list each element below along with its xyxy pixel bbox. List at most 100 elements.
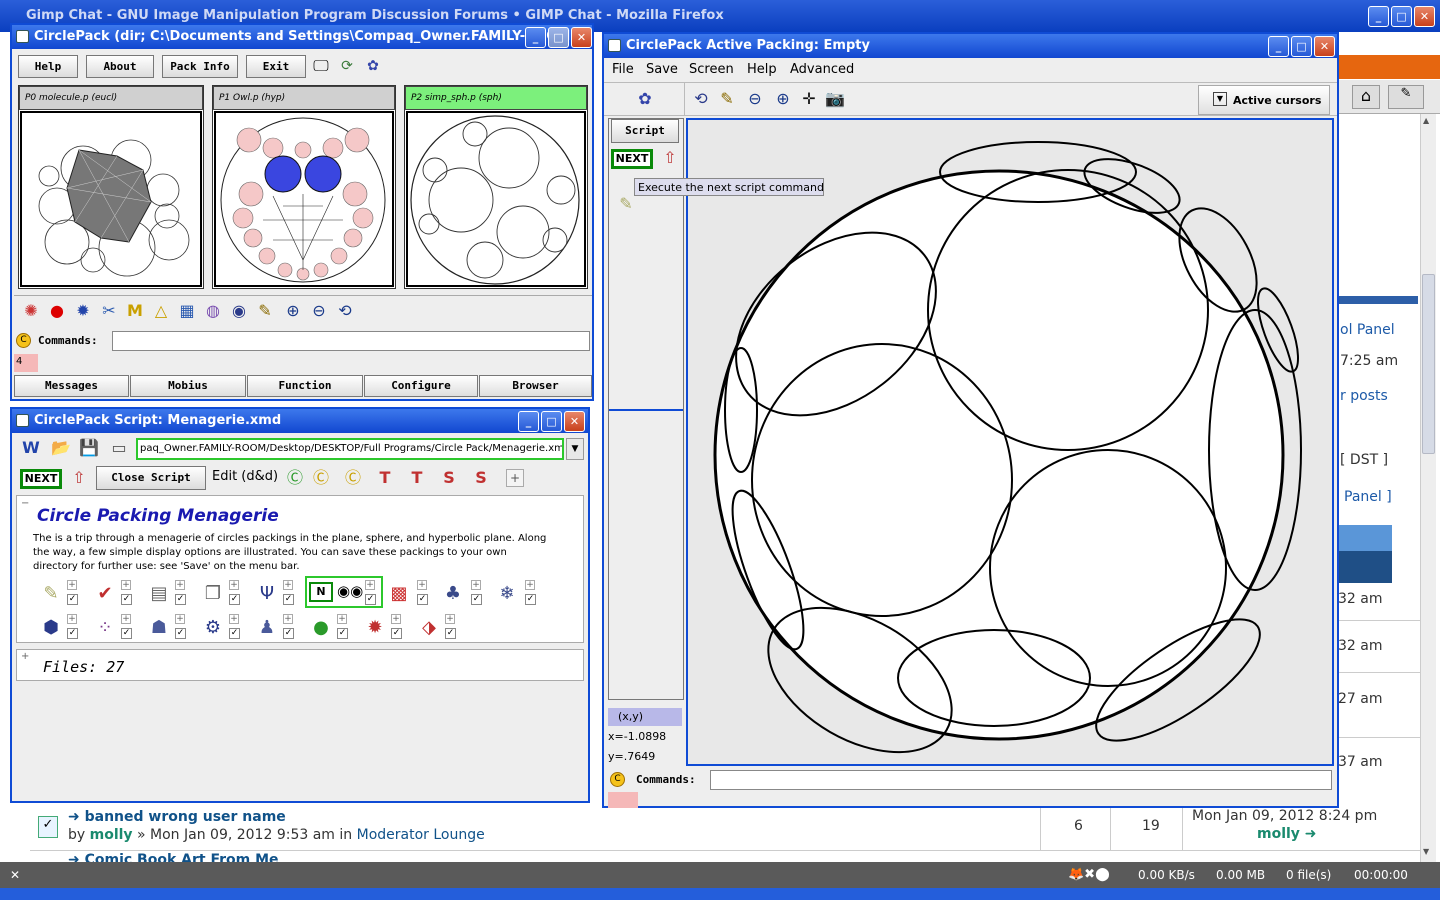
last-post-author[interactable]: molly ➜ [1257,826,1317,842]
edit-c-icon[interactable]: Ⓒ [284,467,306,489]
minimize-button[interactable]: _ [1268,36,1289,57]
plus-icon[interactable]: + [67,614,77,624]
checkbox[interactable]: ✓ [67,628,78,639]
paint-icon[interactable]: ✎ [716,88,738,110]
rotate-icon[interactable]: ⟲ [690,88,712,110]
zoom-out-icon[interactable]: ⊖ [308,300,330,322]
script-item-dots-icon[interactable]: ⁘ [93,616,117,640]
author-link[interactable]: molly [90,827,133,843]
plus-icon[interactable]: + [337,614,347,624]
maximize-button[interactable]: □ [1391,6,1412,27]
gear-icon[interactable]: ✹ [72,300,94,322]
script-button[interactable]: Script [611,119,679,143]
exit-button[interactable]: Exit [246,55,306,78]
edit-t-icon[interactable]: T [374,467,396,489]
topic-title-link-2[interactable]: ➜ Comic Book Art From Me [68,852,279,862]
plus-icon[interactable]: + [121,580,131,590]
script-item-document-icon[interactable]: ▤ [147,582,171,606]
pan-icon[interactable]: ✛ [798,88,820,110]
expand-icon[interactable]: + [21,651,29,662]
close-statusbar-icon[interactable]: ✕ [10,868,20,882]
help-button[interactable]: Help [18,55,78,78]
tab-function[interactable]: Function [247,375,363,397]
script-item-color-icon[interactable]: ▩ [387,582,411,606]
flower-icon[interactable]: ✺ [20,300,42,322]
history-field[interactable] [608,792,638,808]
checkbox[interactable]: ✓ [525,594,536,605]
active-cursors-button[interactable]: ▼ Active cursors [1198,85,1330,115]
menu-advanced[interactable]: Advanced [790,62,854,77]
pack-panel-0[interactable]: P0 molecule.p (eucl) [18,85,204,289]
checkbox[interactable]: ✓ [121,594,132,605]
checkbox[interactable]: ✓ [365,594,376,605]
zoom-in-icon[interactable]: ⊕ [282,300,304,322]
next-button[interactable]: NEXT [611,149,653,169]
wand-icon[interactable]: ✎ [615,193,637,215]
history-field[interactable]: 4 [14,354,38,372]
script-item-check-icon[interactable]: ✔ [93,582,117,606]
plus-icon[interactable]: + [283,614,293,624]
plus-icon[interactable]: + [365,580,375,590]
plus-icon[interactable]: + [417,580,427,590]
pack-info-button[interactable]: Pack Info [162,55,238,78]
checkbox[interactable]: ✓ [445,628,456,639]
edit-s-down-icon[interactable]: S [470,467,492,489]
upload-arrow-icon[interactable]: ⇧ [68,467,90,489]
camera-icon[interactable]: 📷 [824,88,846,110]
pack-panel-1[interactable]: P1 Owl.p (hyp) [212,85,396,289]
plus-icon[interactable]: + [229,614,239,624]
script-path-field[interactable]: paq_Owner.FAMILY-ROOM/Desktop/DESKTOP/Fu… [136,438,564,460]
path-dropdown-icon[interactable]: ▼ [566,438,584,460]
edit-c-down-icon[interactable]: Ⓒ [342,467,364,489]
checkbox[interactable]: ✓ [175,628,186,639]
tab-browser[interactable]: Browser [479,375,592,397]
menu-screen[interactable]: Screen [689,62,734,77]
blank-page-icon[interactable]: ▭ [108,437,130,459]
close-button[interactable]: ✕ [564,411,585,432]
scroll-thumb[interactable] [1422,274,1435,454]
owl-icon[interactable]: ✿ [634,88,656,110]
plus-icon[interactable]: + [67,580,77,590]
tab-mobius[interactable]: Mobius [130,375,246,397]
plus-icon[interactable]: + [175,580,185,590]
tab-messages[interactable]: Messages [14,375,129,397]
close-button[interactable]: ✕ [1414,6,1435,27]
open-folder-icon[interactable]: 📂 [50,437,72,459]
firefox-scrollbar[interactable]: ▲ ▼ [1420,114,1436,862]
checkbox[interactable]: ✓ [283,628,294,639]
script-item-ghost-icon[interactable]: ☗ [147,616,171,640]
mobius-m-icon[interactable]: M [124,300,146,322]
upload-arrow-icon[interactable]: ⇧ [659,147,681,169]
refresh-icon[interactable]: ⟳ [336,55,358,77]
maximize-button[interactable]: □ [1291,36,1312,57]
plus-icon[interactable]: + [445,614,455,624]
script-item-gear-icon[interactable]: ⚙ [201,616,225,640]
checkbox[interactable]: ✓ [283,594,294,605]
tab-configure[interactable]: Configure [364,375,478,397]
checkbox[interactable]: ✓ [391,628,402,639]
paint-icon[interactable]: ✎ [254,300,276,322]
commands-input[interactable] [710,770,1332,790]
about-button[interactable]: About [86,55,154,78]
sphere-icon[interactable]: ◍ [202,300,224,322]
checkbox[interactable]: ✓ [337,628,348,639]
ball-icon[interactable]: ◉ [228,300,250,322]
script-item-pages-icon[interactable]: ❐ [201,582,225,606]
topic-title-link[interactable]: ➜ banned wrong user name [68,809,286,825]
save-icon[interactable]: 💾 [78,437,100,459]
pack-panel-2[interactable]: P2 simp_sph.p (sph) [404,85,588,289]
bomb-icon[interactable]: ● [46,300,68,322]
triangle-icon[interactable]: △ [150,300,172,322]
plus-icon[interactable]: + [229,580,239,590]
menu-help[interactable]: Help [747,62,777,77]
menu-file[interactable]: File [612,62,634,77]
fragment-panel-link[interactable]: ol Panel [1340,322,1395,338]
edit-t-down-icon[interactable]: T [406,467,428,489]
script-item-cube-icon[interactable]: ⬢ [39,616,63,640]
plus-icon[interactable]: + [283,580,293,590]
close-script-button[interactable]: Close Script [96,466,206,490]
grid-icon[interactable]: ▦ [176,300,198,322]
edit-s-icon[interactable]: S [438,467,460,489]
packing-canvas[interactable] [686,118,1334,766]
checkbox[interactable]: ✓ [471,594,482,605]
